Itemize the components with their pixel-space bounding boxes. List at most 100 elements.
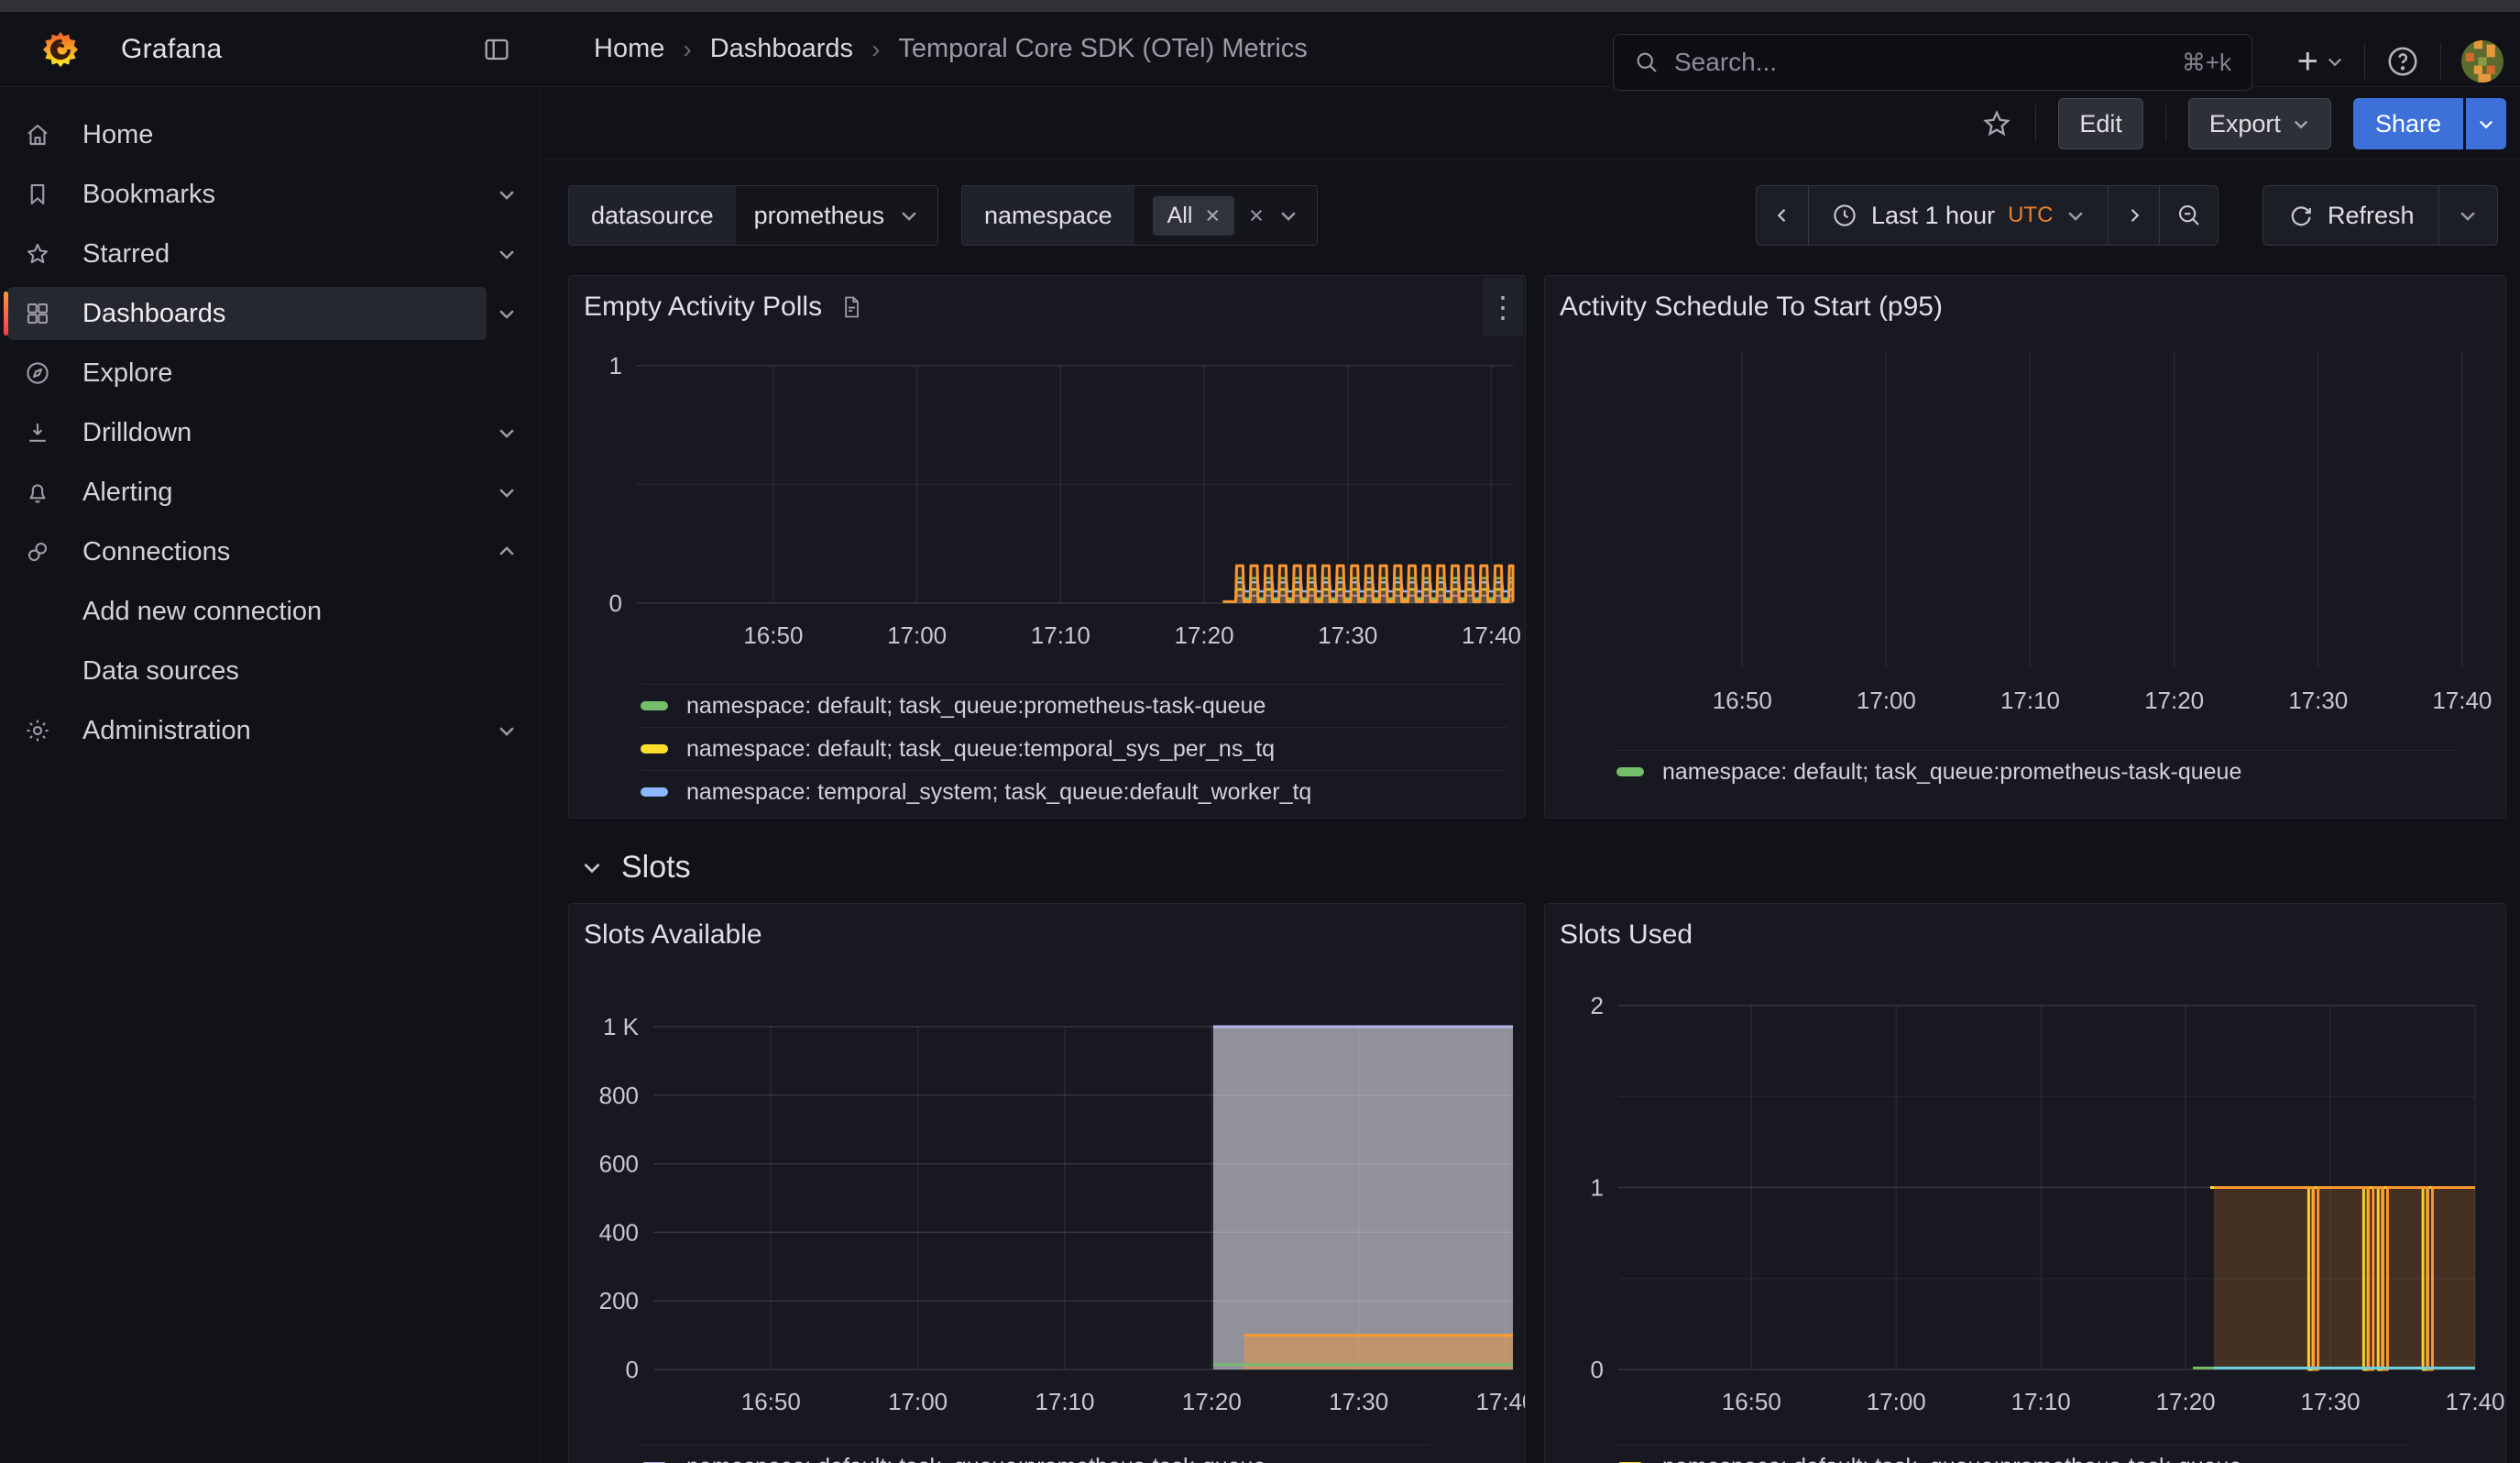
chevron-down-icon: [2326, 52, 2344, 71]
svg-text:16:50: 16:50: [1713, 687, 1772, 714]
chevron-down-icon[interactable]: [487, 472, 527, 512]
svg-text:17:30: 17:30: [1318, 622, 1377, 649]
search-input-wrap[interactable]: ⌘+k: [1613, 34, 2252, 91]
legend-item[interactable]: namespace: default; task_queue:prometheu…: [641, 684, 1507, 727]
chevron-down-icon[interactable]: [487, 293, 527, 334]
mega-menu-toggle-icon[interactable]: [477, 29, 517, 70]
chevron-left-icon: [1773, 206, 1791, 225]
chevron-down-icon: [899, 205, 919, 226]
namespace-label: namespace: [962, 186, 1134, 245]
legend-item[interactable]: namespace: default; task_queue:prometheu…: [1616, 1445, 2410, 1463]
refresh-button[interactable]: Refresh: [2263, 186, 2438, 245]
refresh-interval-dropdown[interactable]: [2438, 186, 2497, 245]
sidebar-item-dashboards[interactable]: Dashboards: [7, 287, 487, 340]
svg-text:17:40: 17:40: [1462, 622, 1521, 649]
section-slots-toggle[interactable]: Slots: [581, 845, 691, 889]
datasource-select[interactable]: prometheus: [736, 186, 938, 245]
help-icon: [2385, 44, 2420, 79]
sidebar-row: Administration: [7, 704, 527, 757]
sidebar-row: Drilldown: [7, 406, 527, 459]
slots-available-chart[interactable]: 02004006008001 K16:5017:0017:1017:2017:3…: [569, 904, 1525, 1463]
share-button[interactable]: Share: [2353, 98, 2463, 149]
chevron-down-icon[interactable]: [487, 234, 527, 274]
panel-title[interactable]: Slots Available: [584, 915, 762, 955]
legend-item[interactable]: namespace: default; task_queue:prometheu…: [1616, 750, 2456, 793]
user-avatar[interactable]: [2461, 40, 2504, 82]
panel-legend: namespace: default; task_queue:prometheu…: [641, 1417, 1507, 1463]
svg-text:17:20: 17:20: [2156, 1388, 2216, 1415]
export-button[interactable]: Export: [2188, 98, 2331, 149]
slots-used-chart[interactable]: 01216:5017:0017:1017:2017:3017:40: [1545, 904, 2505, 1463]
chevron-down-icon[interactable]: [487, 412, 527, 453]
edit-button[interactable]: Edit: [2058, 98, 2143, 149]
star-icon: [1980, 107, 2013, 140]
grafana-app: Grafana Home › Dashboards › Temporal Cor…: [0, 0, 2520, 1463]
time-zoom-out-button[interactable]: [2159, 186, 2218, 245]
legend-item[interactable]: namespace: default; task_queue:prometheu…: [641, 1445, 1430, 1463]
bell-icon: [24, 478, 51, 506]
plus-icon: +: [2297, 43, 2318, 80]
dashboard-actions-b ar: Edit Export Share: [542, 88, 2520, 160]
legend-item[interactable]: namespace: default; task_queue:temporal_…: [641, 727, 1507, 770]
svg-text:1 K: 1 K: [603, 1013, 640, 1040]
help-button[interactable]: [2385, 44, 2420, 79]
sidebar-row: Data sources: [7, 644, 527, 698]
sidebar-item-alerting[interactable]: Alerting: [7, 466, 487, 519]
connections-icon: [24, 538, 51, 566]
share-button-group: Share: [2353, 98, 2506, 149]
time-range-picker-button[interactable]: Last 1 hour UTC: [1808, 186, 2108, 245]
panel-legend: namespace: default; task_queue:prometheu…: [641, 656, 1507, 813]
time-shift-back-button[interactable]: [1757, 186, 1808, 245]
sidebar-item-add-new-connection[interactable]: Add new connection: [7, 585, 487, 638]
favorite-star-button[interactable]: [1980, 107, 2013, 140]
svg-text:0: 0: [626, 1356, 639, 1383]
svg-text:17:40: 17:40: [2445, 1388, 2504, 1415]
sidebar-row: Starred: [7, 227, 527, 280]
sidebar-item-drilldown[interactable]: Drilldown: [7, 406, 487, 459]
svg-text:17:30: 17:30: [2288, 687, 2348, 714]
divider: [2165, 105, 2166, 142]
sidebar-item-explore[interactable]: Explore: [7, 346, 487, 400]
chevron-down-icon[interactable]: [487, 174, 527, 214]
search-input[interactable]: [1674, 48, 2167, 77]
svg-text:16:50: 16:50: [743, 622, 803, 649]
remove-tag-icon[interactable]: ×: [1205, 204, 1220, 228]
series-color-pill: [641, 744, 668, 754]
chevron-up-icon[interactable]: [487, 532, 527, 572]
sidebar-item-home[interactable]: Home: [7, 108, 487, 161]
svg-text:17:20: 17:20: [2144, 687, 2204, 714]
grafana-logo-icon[interactable]: [40, 29, 81, 70]
time-shift-forward-button[interactable]: [2108, 186, 2159, 245]
namespace-value-tag[interactable]: All ×: [1153, 196, 1235, 236]
new-item-button[interactable]: +: [2297, 43, 2344, 80]
clear-all-icon[interactable]: ×: [1249, 204, 1264, 228]
sidebar-item-bookmarks[interactable]: Bookmarks: [7, 168, 487, 221]
svg-text:200: 200: [599, 1287, 639, 1314]
panel-menu-kebab-icon[interactable]: ⋮: [1483, 278, 1523, 336]
panel-empty-activity-polls: Empty Activity Polls ⋮ 0116:5017:0017:10…: [568, 275, 1526, 819]
svg-text:600: 600: [599, 1150, 639, 1178]
panel-title[interactable]: Empty Activity Polls: [584, 287, 864, 327]
divider: [2440, 43, 2441, 80]
chevron-down-icon[interactable]: [487, 710, 527, 751]
breadcrumb-dashboards[interactable]: Dashboards: [710, 34, 853, 64]
sidebar-item-starred[interactable]: Starred: [7, 227, 487, 280]
svg-text:17:00: 17:00: [1867, 1388, 1926, 1415]
panel-title[interactable]: Activity Schedule To Start (p95): [1560, 287, 1943, 327]
panel-legend: namespace: default; task_queue:prometheu…: [1616, 1417, 2487, 1463]
chevron-down-icon: [2477, 115, 2495, 133]
navbar-brand: Grafana: [0, 12, 541, 86]
svg-text:16:50: 16:50: [741, 1388, 801, 1415]
breadcrumb-home[interactable]: Home: [594, 34, 664, 64]
panel-legend: namespace: default; task_queue:prometheu…: [1616, 722, 2487, 793]
sidebar-item-administration[interactable]: Administration: [7, 704, 487, 757]
namespace-select[interactable]: All × ×: [1134, 186, 1317, 245]
timezone-label: UTC: [2008, 203, 2053, 228]
sidebar-item-data-sources[interactable]: Data sources: [7, 644, 487, 698]
panel-description-icon[interactable]: [838, 294, 864, 320]
panel-title[interactable]: Slots Used: [1560, 915, 1693, 955]
legend-item[interactable]: namespace: temporal_system; task_queue:d…: [641, 770, 1507, 813]
share-dropdown-button[interactable]: [2466, 98, 2506, 149]
sidebar-item-connections[interactable]: Connections: [7, 525, 487, 578]
sidebar-row: Add new connection: [7, 585, 527, 638]
